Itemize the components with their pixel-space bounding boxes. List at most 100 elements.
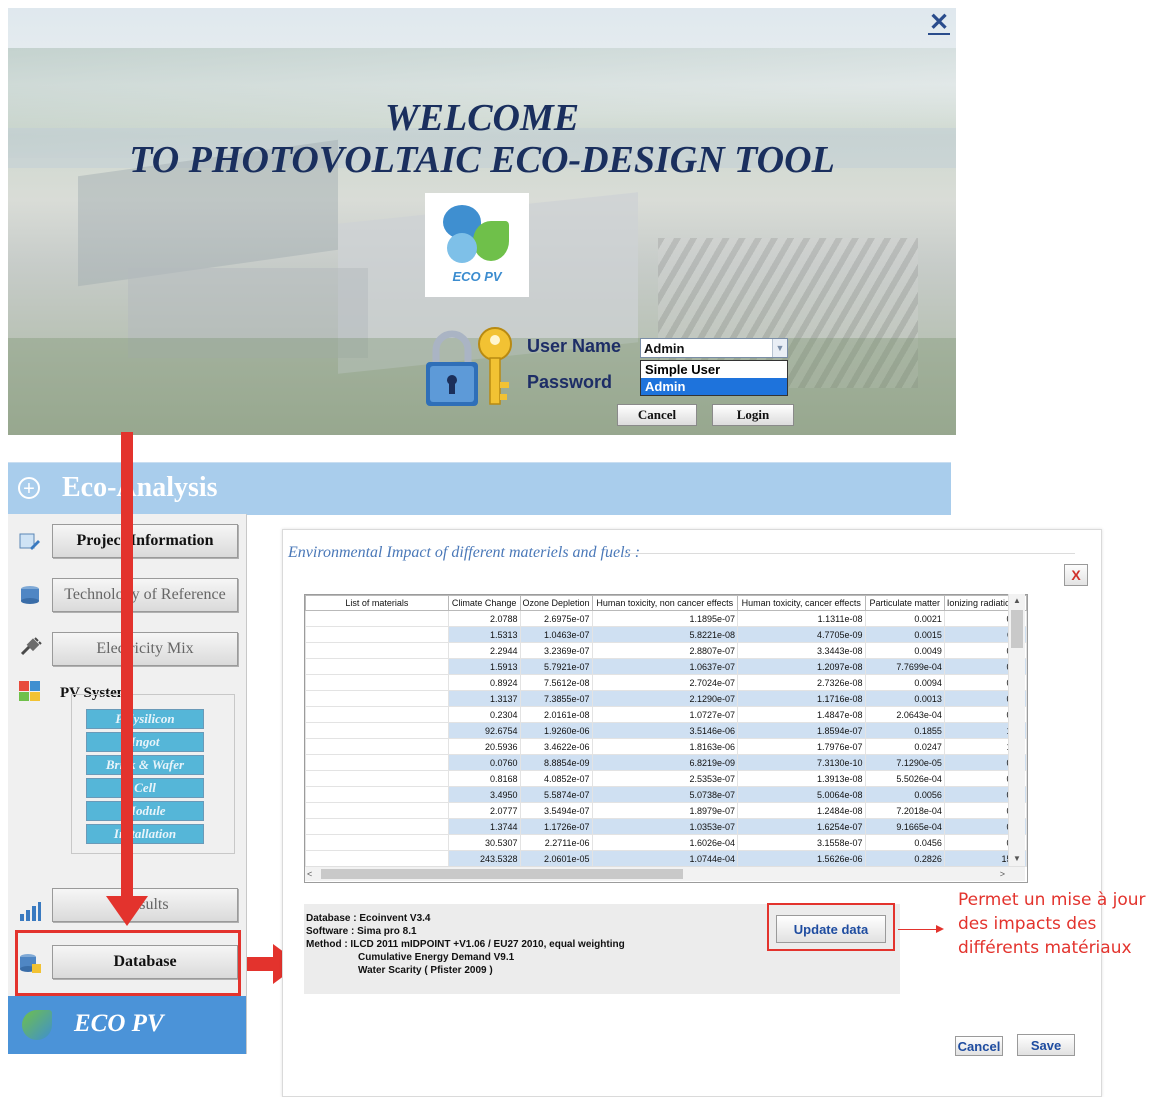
impact-value-cell: 3.5146e-06	[591, 722, 739, 739]
login-window: ✕ WELCOME TO PHOTOVOLTAIC ECO-DESIGN TOO…	[8, 8, 956, 435]
logo-globe-icon	[447, 233, 477, 263]
impact-value-cell: 0.8168	[447, 770, 521, 787]
environmental-impact-dialog: Environmental Impact of different materi…	[282, 529, 1102, 1097]
column-header[interactable]: Climate Change	[447, 595, 521, 611]
table-row[interactable]: 243.5328 2.0601e-05 1.0744e-04 1.5626e-06 0.…	[305, 850, 1027, 867]
impact-value-cell: 1.4847e-08	[737, 706, 866, 723]
info-method: Method : ILCD 2011 mIDPOINT +V1.06 / EU2…	[306, 939, 625, 950]
chevron-right-icon[interactable]: >	[1000, 867, 1005, 881]
impact-value-cell: 3.1558e-07	[737, 834, 866, 851]
material-name-cell	[305, 754, 449, 771]
chevron-up-icon[interactable]: ▲	[1009, 594, 1025, 608]
table-row[interactable]: 2.0777 3.5494e-07 1.8979e-07 1.2484e-08 7.20…	[305, 802, 1027, 819]
impact-value-cell: 1.5913	[447, 658, 521, 675]
table-row[interactable]: 92.6754 1.9260e-06 3.5146e-06 1.8594e-07 0.1…	[305, 722, 1027, 739]
pv-item-module[interactable]: Module	[86, 801, 204, 821]
impact-value-cell: 1.1716e-08	[737, 690, 866, 707]
impact-value-cell: 0.0456	[864, 834, 945, 851]
info-software: Software : Sima pro 8.1	[306, 926, 417, 937]
table-row[interactable]: 0.2304 2.0161e-08 1.0727e-07 1.4847e-08 2.06…	[305, 706, 1027, 723]
cancel-button[interactable]: Cancel	[955, 1036, 1003, 1056]
impact-value-cell: 2.1290e-07	[591, 690, 739, 707]
impact-value-cell: 0.0760	[447, 754, 521, 771]
material-name-cell	[305, 610, 449, 627]
impact-value-cell: 0.0013	[864, 690, 945, 707]
table-row[interactable]: 1.5913 5.7921e-07 1.0637e-07 1.2097e-08 7.76…	[305, 658, 1027, 675]
material-name-cell	[305, 834, 449, 851]
vertical-scrollbar[interactable]: ▲ ▼	[1008, 594, 1025, 866]
impact-value-cell: 0.8924	[447, 674, 521, 691]
impact-value-cell: 1.0727e-07	[591, 706, 739, 723]
impact-value-cell: 5.7921e-07	[519, 658, 593, 675]
pv-item-polysilicon[interactable]: Polysilicon	[86, 709, 204, 729]
impact-value-cell: 1.6026e-04	[591, 834, 739, 851]
materials-table-container: List of materials Climate Change Ozone Dep…	[304, 594, 1028, 883]
power-plug-icon	[20, 637, 42, 656]
close-icon[interactable]: ✕	[927, 11, 951, 35]
user-name-select[interactable]: Admin ▼	[640, 338, 788, 358]
chevron-left-icon[interactable]: <	[307, 867, 312, 881]
scroll-thumb[interactable]	[1011, 610, 1023, 648]
impact-value-cell: 30.5307	[447, 834, 521, 851]
column-header[interactable]: Human toxicity, cancer effects	[737, 595, 866, 611]
scroll-thumb[interactable]	[321, 869, 683, 879]
column-header[interactable]: Particulate matter	[864, 595, 945, 611]
impact-value-cell: 2.0643e-04	[864, 706, 945, 723]
material-name-cell	[305, 770, 449, 787]
electricity-mix-button[interactable]: Electricity Mix	[52, 632, 238, 666]
impact-value-cell: 2.2944	[447, 642, 521, 659]
table-row[interactable]: 30.5307 2.2711e-06 1.6026e-04 3.1558e-07 0.0…	[305, 834, 1027, 851]
user-option-simple-user[interactable]: Simple User	[641, 361, 787, 378]
impact-value-cell: 9.1665e-04	[864, 818, 945, 835]
pv-item-brick-wafer[interactable]: Brick & Wafer	[86, 755, 204, 775]
table-row[interactable]: 0.8924 7.5612e-08 2.7024e-07 2.7326e-08 0.00…	[305, 674, 1027, 691]
impact-value-cell: 7.5612e-08	[519, 674, 593, 691]
pv-item-ingot[interactable]: Ingot	[86, 732, 204, 752]
database-stack-icon	[21, 586, 39, 604]
material-name-cell	[305, 850, 449, 867]
chevron-down-icon[interactable]: ▼	[772, 339, 787, 357]
red-arrow-right	[247, 957, 275, 971]
table-row[interactable]: 1.3137 7.3855e-07 2.1290e-07 1.1716e-08 0.00…	[305, 690, 1027, 707]
impact-value-cell: 2.7024e-07	[591, 674, 739, 691]
impact-value-cell: 2.6975e-07	[519, 610, 593, 627]
column-header[interactable]: Human toxicity, non cancer effects	[591, 595, 739, 611]
column-header[interactable]: List of materials	[305, 595, 449, 611]
save-button[interactable]: Save	[1017, 1034, 1075, 1056]
impact-value-cell: 4.7705e-09	[737, 626, 866, 643]
login-button[interactable]: Login	[712, 404, 794, 426]
table-row[interactable]: 3.4950 5.5874e-07 5.0738e-07 5.0064e-08 0.00…	[305, 786, 1027, 803]
table-row[interactable]: 0.0760 8.8854e-09 6.8219e-09 7.3130e-10 7.12…	[305, 754, 1027, 771]
update-data-button[interactable]: Update data	[776, 915, 886, 943]
impact-value-cell: 20.5936	[447, 738, 521, 755]
material-name-cell	[305, 658, 449, 675]
table-row[interactable]: 1.5313 1.0463e-07 5.8221e-08 4.7705e-09 0.00…	[305, 626, 1027, 643]
dialog-title: Environmental Impact of different materi…	[288, 544, 641, 561]
horizontal-scrollbar[interactable]: < >	[305, 866, 1025, 881]
impact-value-cell: 3.4622e-06	[519, 738, 593, 755]
pv-item-installation[interactable]: Installation	[86, 824, 204, 844]
pv-item-cell[interactable]: Cell	[86, 778, 204, 798]
cancel-button[interactable]: Cancel	[617, 404, 697, 426]
project-information-button[interactable]: Project Information	[52, 524, 238, 558]
chevron-down-icon[interactable]: ▼	[1009, 852, 1025, 866]
column-header[interactable]: Ozone Depletion	[519, 595, 593, 611]
annotation-line: Permet un mise à jour	[958, 890, 1146, 910]
impact-value-cell: 2.7326e-08	[737, 674, 866, 691]
table-row[interactable]: 2.2944 3.2369e-07 2.8807e-07 3.3443e-08 0.00…	[305, 642, 1027, 659]
impact-value-cell: 243.5328	[447, 850, 521, 867]
user-option-admin[interactable]: Admin	[641, 378, 787, 395]
table-row[interactable]: 1.3744 1.1726e-07 1.0353e-07 1.6254e-07 9.16…	[305, 818, 1027, 835]
table-row[interactable]: 2.0788 2.6975e-07 1.1895e-07 1.1311e-08 0.00…	[305, 610, 1027, 627]
info-method-water: Water Scarity ( Pfister 2009 )	[358, 965, 493, 976]
material-name-cell	[305, 690, 449, 707]
technology-of-reference-button[interactable]: Technology of Reference	[52, 578, 238, 612]
close-button[interactable]: X	[1064, 564, 1088, 586]
impact-value-cell: 4.0852e-07	[519, 770, 593, 787]
table-row[interactable]: 20.5936 3.4622e-06 1.8163e-06 1.7976e-07 0.0…	[305, 738, 1027, 755]
plus-circle-icon[interactable]: +	[18, 477, 40, 500]
impact-value-cell: 0.2826	[864, 850, 945, 867]
impact-value-cell: 6.8219e-09	[591, 754, 739, 771]
welcome-title: WELCOME	[384, 97, 580, 139]
table-row[interactable]: 0.8168 4.0852e-07 2.5353e-07 1.3913e-08 5.50…	[305, 770, 1027, 787]
